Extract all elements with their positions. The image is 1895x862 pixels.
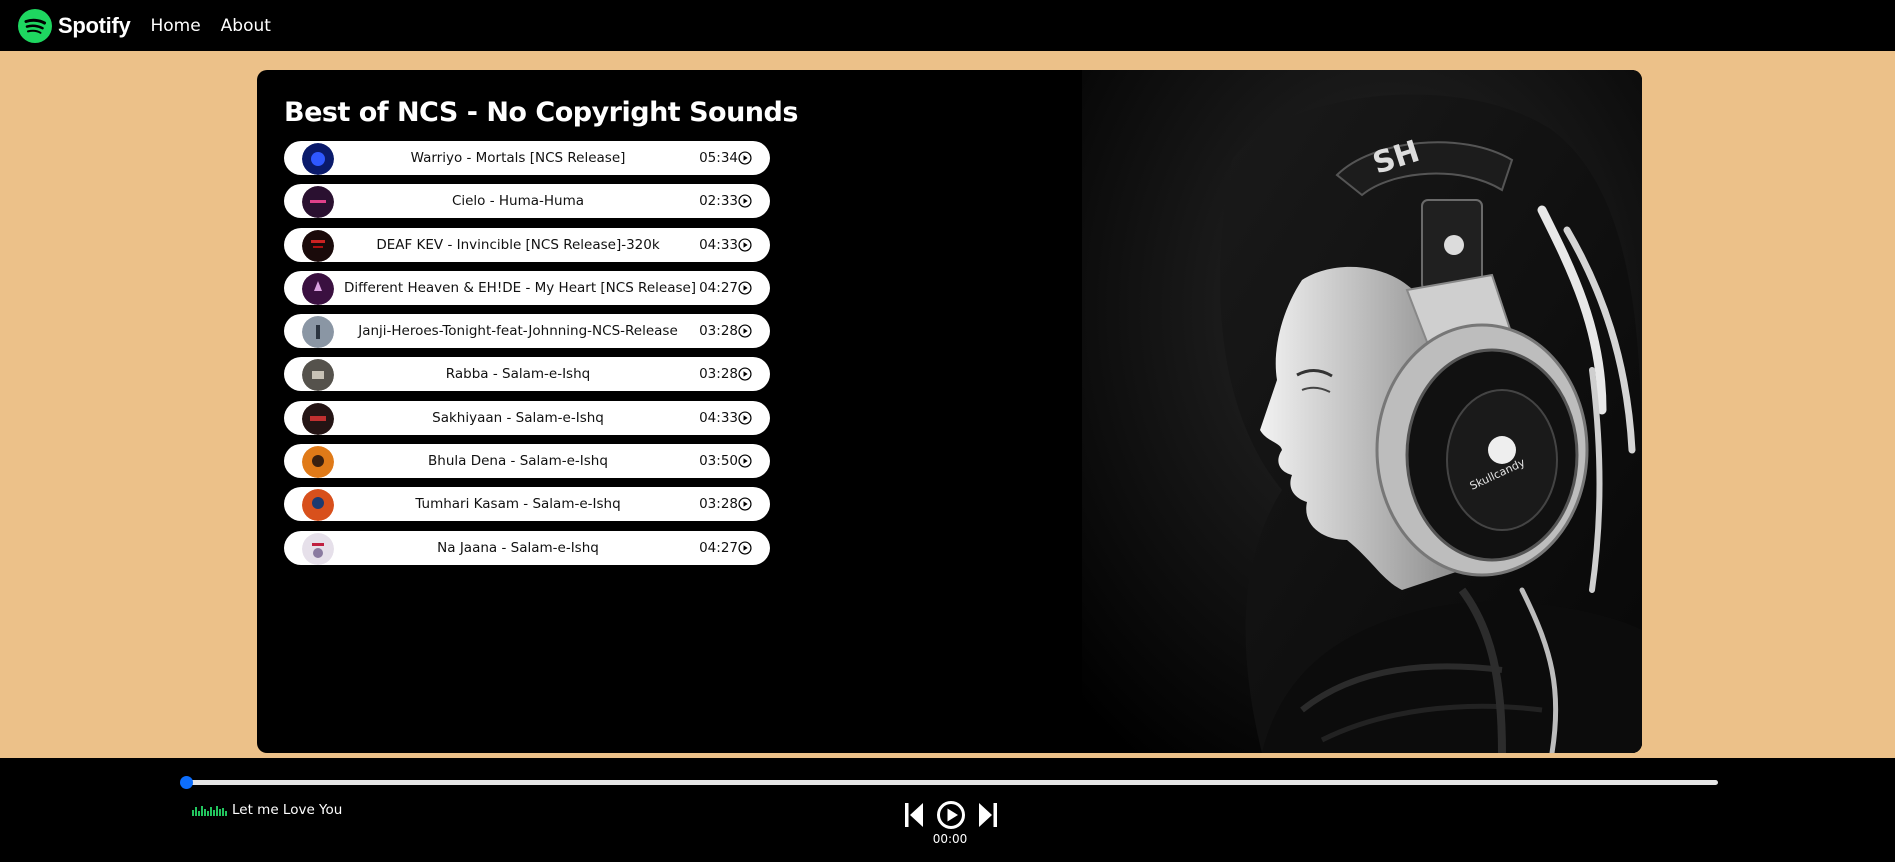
now-playing: Let me Love You (192, 802, 342, 818)
hero-image: SH Skullcandy (902, 70, 1642, 753)
navbar: Spotify Home About (0, 0, 1895, 51)
play-icon[interactable] (936, 800, 966, 830)
song-item[interactable]: Cielo - Huma-Huma 02:33 (284, 184, 770, 219)
play-circle-icon[interactable] (738, 281, 752, 295)
player-bar: Let me Love You 00:00 (0, 758, 1895, 862)
playback-controls (904, 798, 998, 832)
progress-thumb[interactable] (180, 776, 193, 789)
equalizer-gif-icon (192, 806, 227, 816)
song-cover (302, 532, 334, 565)
song-name: Tumhari Kasam - Salam-e-Ishq (415, 496, 621, 513)
play-circle-icon[interactable] (738, 151, 752, 165)
song-name: Bhula Dena - Salam-e-Ishq (428, 453, 608, 470)
play-circle-icon[interactable] (738, 541, 752, 555)
song-cover (302, 186, 334, 219)
song-duration: 03:50 (699, 453, 738, 470)
song-duration: 04:33 (699, 409, 738, 426)
song-cover (302, 272, 334, 305)
progress-bar[interactable] (180, 776, 1718, 789)
song-cover (302, 143, 334, 175)
brand[interactable]: Spotify (18, 8, 131, 43)
song-name: Different Heaven & EH!DE - My Heart [NCS… (344, 279, 697, 296)
song-item[interactable]: DEAF KEV - Invincible [NCS Release]-320k… (284, 227, 770, 262)
song-item[interactable]: Sakhiyaan - Salam-e-Ishq 04:33 (284, 400, 770, 435)
song-duration: 03:28 (699, 323, 738, 340)
play-circle-icon[interactable] (738, 194, 752, 208)
now-playing-title: Let me Love You (232, 802, 343, 818)
song-name: Sakhiyaan - Salam-e-Ishq (432, 409, 604, 426)
song-cover (302, 446, 334, 479)
previous-icon[interactable] (904, 801, 924, 829)
song-cover (302, 229, 334, 262)
song-duration: 05:34 (699, 150, 738, 166)
song-duration: 02:33 (699, 193, 738, 210)
elapsed-time: 00:00 (932, 832, 968, 846)
play-circle-icon[interactable] (738, 367, 752, 382)
song-duration: 04:33 (699, 236, 738, 253)
song-item[interactable]: Tumhari Kasam - Salam-e-Ishq 03:28 (284, 487, 770, 522)
song-name: Warriyo - Mortals [NCS Release] (410, 150, 626, 166)
song-name: Na Jaana - Salam-e-Ishq (437, 539, 599, 556)
song-item[interactable]: Bhula Dena - Salam-e-Ishq 03:50 (284, 444, 770, 479)
playlist-container: SH Skullcandy Best of NCS - No Copyright… (257, 70, 1642, 753)
song-item[interactable]: Different Heaven & EH!DE - My Heart [NCS… (284, 270, 770, 305)
song-item[interactable]: Rabba - Salam-e-Ishq 03:28 (284, 357, 770, 392)
spotify-logo-icon (18, 8, 52, 43)
song-item[interactable]: Janji-Heroes-Tonight-feat-Johnning-NCS-R… (284, 314, 770, 349)
play-circle-icon[interactable] (738, 324, 752, 338)
song-name: Janji-Heroes-Tonight-feat-Johnning-NCS-R… (358, 323, 678, 340)
song-name: Rabba - Salam-e-Ishq (445, 366, 591, 383)
next-icon[interactable] (978, 801, 998, 829)
song-item[interactable]: Warriyo - Mortals [NCS Release] 05:34 (284, 141, 770, 175)
song-cover (302, 359, 334, 392)
playlist-title: Best of NCS - No Copyright Sounds (284, 97, 798, 128)
song-name: DEAF KEV - Invincible [NCS Release]-320k (376, 236, 660, 253)
play-circle-icon[interactable] (738, 454, 752, 468)
song-duration: 04:27 (699, 539, 738, 556)
song-name: Cielo - Huma-Huma (451, 193, 585, 210)
brand-name: Spotify (58, 12, 131, 38)
headphones-portrait-image: SH Skullcandy (902, 70, 1642, 753)
song-cover (302, 402, 334, 435)
play-circle-icon[interactable] (738, 411, 752, 425)
song-item[interactable]: Na Jaana - Salam-e-Ishq 04:27 (284, 530, 770, 565)
song-duration: 03:28 (699, 496, 738, 513)
nav-link-about[interactable]: About (221, 16, 271, 36)
song-duration: 04:27 (699, 279, 738, 296)
nav-link-home[interactable]: Home (150, 16, 200, 36)
song-duration: 03:28 (699, 366, 738, 383)
song-list: Warriyo - Mortals [NCS Release] 05:34 Ci… (284, 141, 770, 574)
play-circle-icon[interactable] (738, 497, 752, 511)
song-cover (302, 316, 334, 349)
song-cover (302, 489, 334, 522)
play-circle-icon[interactable] (738, 238, 752, 252)
